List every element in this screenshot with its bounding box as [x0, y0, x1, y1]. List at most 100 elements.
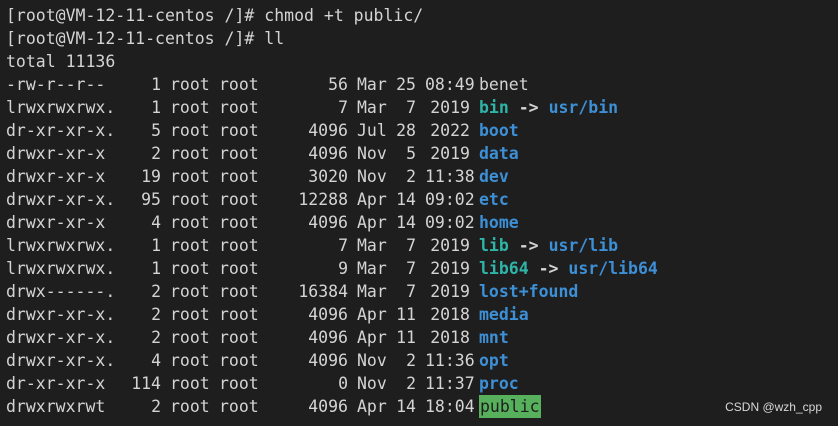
file-size: 4096 [308, 121, 348, 140]
permissions: drwxrwxrwt [6, 397, 106, 416]
month: Mar [357, 282, 387, 301]
file-size: 7 [338, 236, 348, 255]
entry-name: lib64 [479, 259, 529, 278]
group: root [219, 305, 259, 324]
group: root [219, 98, 259, 117]
day: 28 [396, 121, 416, 140]
link-count: 2 [151, 328, 161, 347]
listing-row: drwxr-xr-x 19 root root 3020 Nov 2 11:38 dev [6, 165, 658, 188]
listing-row: drwxr-xr-x. 95 root root 12288 Apr 14 09:02 etc [6, 188, 658, 211]
day: 7 [406, 98, 416, 117]
permissions: drwxr-xr-x. [6, 305, 116, 324]
time-or-year: 2018 [430, 305, 470, 324]
owner: root [170, 282, 210, 301]
listing-row: drwxrwxrwt 2 root root 4096 Apr 14 18:04 public [6, 395, 658, 418]
link-count: 2 [151, 305, 161, 324]
group: root [219, 190, 259, 209]
permissions: drwx------. [6, 282, 116, 301]
group: root [219, 167, 259, 186]
group: root [219, 213, 259, 232]
link-count: 4 [151, 213, 161, 232]
permissions: lrwxrwxrwx. [6, 236, 116, 255]
day: 11 [396, 305, 416, 324]
permissions: lrwxrwxrwx. [6, 259, 116, 278]
entry-name: etc [479, 190, 509, 209]
time-or-year: 2022 [430, 121, 470, 140]
listing-row: dr-xr-xr-x. 5 root root 4096 Jul 28 2022 boot [6, 119, 658, 142]
link-count: 2 [151, 397, 161, 416]
permissions: drwxr-xr-x. [6, 351, 116, 370]
file-size: 4096 [308, 351, 348, 370]
owner: root [170, 305, 210, 324]
link-count: 4 [151, 351, 161, 370]
file-size: 4096 [308, 144, 348, 163]
day: 5 [406, 144, 416, 163]
day: 2 [406, 167, 416, 186]
group: root [219, 121, 259, 140]
owner: root [170, 190, 210, 209]
permissions: drwxr-xr-x [6, 167, 106, 186]
owner: root [170, 144, 210, 163]
listing-row: lrwxrwxrwx. 1 root root 7 Mar 7 2019 bin -> usr/… [6, 96, 658, 119]
month: Jul [357, 121, 387, 140]
month: Apr [357, 328, 387, 347]
month: Mar [357, 98, 387, 117]
terminal-window[interactable]: [root@VM-12-11-centos /]# chmod +t publi… [0, 0, 838, 426]
entry-name: benet [479, 75, 529, 94]
time-or-year: 18:04 [425, 397, 475, 416]
listing-row: drwxr-xr-x. 2 root root 4096 Apr 11 2018 mnt [6, 326, 658, 349]
file-size: 56 [328, 75, 348, 94]
listing-row: drwx------. 2 root root 16384 Mar 7 2019 lost+fo… [6, 280, 658, 303]
owner: root [170, 121, 210, 140]
owner: root [170, 98, 210, 117]
time-or-year: 11:38 [425, 167, 475, 186]
time-or-year: 09:02 [425, 190, 475, 209]
time-or-year: 2019 [430, 236, 470, 255]
time-or-year: 2019 [430, 98, 470, 117]
entry-name: proc [479, 374, 519, 393]
permissions: drwxr-xr-x. [6, 190, 116, 209]
symlink-arrow: -> [538, 259, 559, 278]
file-size: 4096 [308, 213, 348, 232]
symlink-arrow: -> [518, 98, 539, 117]
listing-row: drwxr-xr-x. 4 root root 4096 Nov 2 11:36 opt [6, 349, 658, 372]
entry-name: lib [479, 236, 509, 255]
owner: root [170, 75, 210, 94]
total-line: total 11136 [6, 52, 116, 71]
group: root [219, 351, 259, 370]
symlink-target: usr/lib [548, 236, 619, 255]
day: 7 [406, 236, 416, 255]
month: Nov [357, 374, 387, 393]
day: 2 [406, 374, 416, 393]
entry-name: public [479, 395, 541, 418]
month: Mar [357, 75, 387, 94]
owner: root [170, 328, 210, 347]
entry-name: lost+found [479, 282, 579, 301]
owner: root [170, 374, 210, 393]
file-size: 9 [338, 259, 348, 278]
permissions: drwxr-xr-x [6, 144, 106, 163]
entry-name: opt [479, 351, 509, 370]
time-or-year: 2018 [430, 328, 470, 347]
file-size: 7 [338, 98, 348, 117]
link-count: 95 [141, 190, 161, 209]
permissions: drwxr-xr-x. [6, 328, 116, 347]
month: Mar [357, 259, 387, 278]
owner: root [170, 351, 210, 370]
month: Apr [357, 190, 387, 209]
group: root [219, 236, 259, 255]
time-or-year: 09:02 [425, 213, 475, 232]
owner: root [170, 213, 210, 232]
time-or-year: 2019 [430, 282, 470, 301]
entry-name: boot [479, 121, 519, 140]
file-size: 4096 [308, 328, 348, 347]
listing-row: drwxr-xr-x 4 root root 4096 Apr 14 09:02 home [6, 211, 658, 234]
file-size: 0 [338, 374, 348, 393]
file-size: 16384 [298, 282, 348, 301]
symlink-arrow: -> [518, 236, 539, 255]
entry-name: bin [479, 98, 509, 117]
entry-name: data [479, 144, 519, 163]
permissions: lrwxrwxrwx. [6, 98, 116, 117]
listing-row: drwxr-xr-x. 2 root root 4096 Apr 11 2018 media [6, 303, 658, 326]
group: root [219, 144, 259, 163]
